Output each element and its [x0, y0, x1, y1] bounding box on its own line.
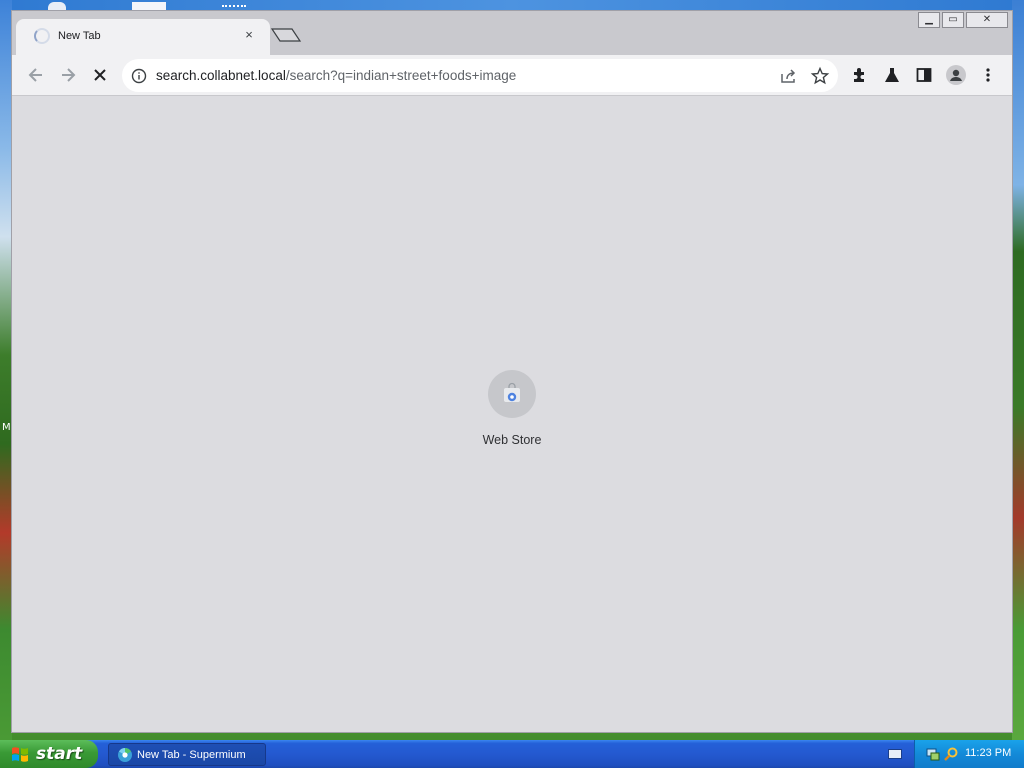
web-store-icon — [504, 382, 520, 402]
url-host: search.collabnet.local — [156, 68, 286, 83]
forward-button[interactable] — [56, 63, 80, 87]
extensions-icon — [854, 68, 864, 82]
stop-icon — [94, 69, 106, 81]
browser-window: New Tab × ▁ ▭ ✕ search.collabnet.local/s… — [11, 10, 1013, 733]
start-label: start — [36, 744, 83, 764]
web-store-label[interactable]: Web Store — [452, 433, 572, 447]
stop-button[interactable] — [88, 63, 112, 87]
close-window-button[interactable]: ✕ — [966, 12, 1008, 28]
address-bar[interactable]: search.collabnet.local/search?q=indian+s… — [122, 59, 838, 92]
menu-button[interactable] — [976, 63, 1000, 87]
loading-spinner-icon — [34, 28, 50, 44]
maximize-button[interactable]: ▭ — [942, 12, 964, 28]
labs-icon — [885, 68, 899, 82]
search-icon[interactable] — [943, 746, 959, 762]
page-content: Web Store — [12, 97, 1012, 732]
desktop-wallpaper-right — [1012, 0, 1024, 740]
share-icon[interactable] — [778, 66, 798, 86]
keyboard-icon[interactable] — [888, 749, 902, 759]
taskbar: start New Tab - Supermium 11:23 PM — [0, 740, 1024, 768]
clock[interactable]: 11:23 PM — [965, 747, 1011, 759]
windows-logo-icon — [12, 747, 28, 762]
labs-button[interactable] — [880, 63, 904, 87]
site-info-icon[interactable] — [130, 67, 148, 85]
url-text[interactable]: search.collabnet.local/search?q=indian+s… — [156, 68, 516, 83]
profile-icon — [946, 65, 966, 85]
star-icon[interactable] — [810, 66, 830, 86]
menu-icon — [986, 68, 990, 82]
back-button[interactable] — [24, 63, 48, 87]
new-tab-icon — [270, 28, 302, 42]
tab-close-button[interactable]: × — [240, 26, 258, 44]
side-panel-button[interactable] — [912, 63, 936, 87]
tab-new-tab[interactable]: New Tab × — [16, 19, 270, 55]
window-controls: ▁ ▭ ✕ — [918, 12, 1008, 28]
side-panel-icon — [916, 68, 932, 82]
desktop-edge-text: M — [2, 422, 11, 433]
url-path: /search?q=indian+street+foods+image — [285, 68, 517, 83]
network-icon[interactable] — [925, 746, 941, 762]
back-icon — [28, 68, 42, 82]
title-bar: New Tab × ▁ ▭ ✕ — [12, 11, 1012, 55]
forward-icon — [62, 68, 76, 82]
taskbar-item-label: New Tab - Supermium — [137, 748, 246, 761]
web-store-shortcut[interactable] — [488, 370, 536, 418]
new-tab-button[interactable] — [270, 27, 302, 43]
tab-title: New Tab — [58, 30, 101, 42]
browser-toolbar: search.collabnet.local/search?q=indian+s… — [12, 55, 1012, 96]
minimize-button[interactable]: ▁ — [918, 12, 940, 28]
taskbar-item-browser[interactable]: New Tab - Supermium — [108, 743, 266, 766]
start-button[interactable]: start — [0, 740, 98, 768]
profile-button[interactable] — [944, 63, 968, 87]
system-tray: 11:23 PM — [914, 740, 1024, 768]
supermium-icon — [118, 747, 132, 762]
extensions-button[interactable] — [848, 63, 872, 87]
